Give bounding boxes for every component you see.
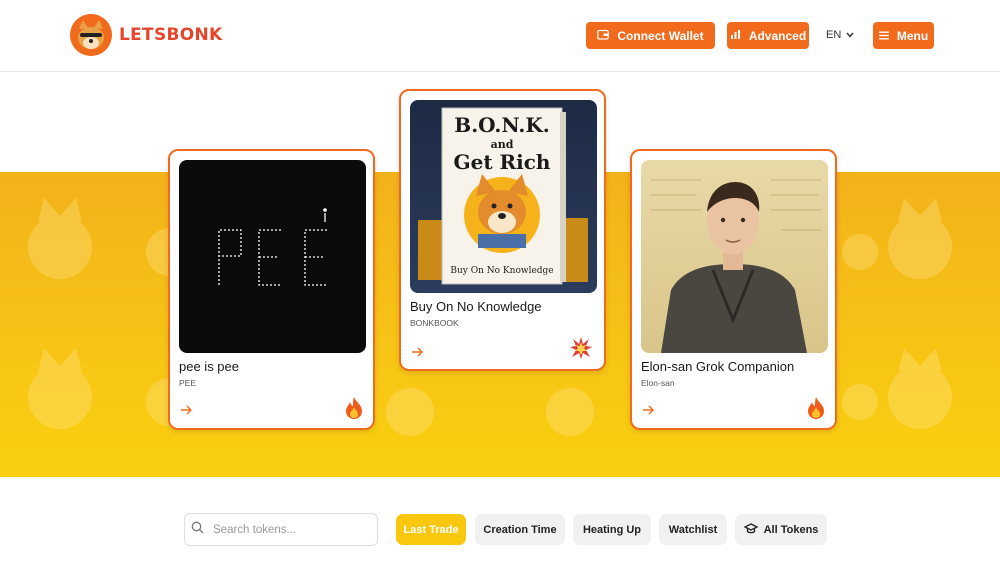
token-image-elon-san xyxy=(641,160,828,353)
explosion-icon xyxy=(569,336,593,360)
token-ticker: PEE xyxy=(179,378,197,388)
filter-label: Last Trade xyxy=(403,523,459,536)
connect-wallet-label: Connect Wallet xyxy=(617,28,704,43)
advanced-label: Advanced xyxy=(748,28,807,43)
token-card-elon-san[interactable]: Elon-san Grok Companion Elon-san xyxy=(630,149,837,430)
token-image-bonkbook: B.O.N.K. and Get Rich Buy On No Knowledg… xyxy=(410,100,597,293)
filter-last-trade[interactable]: Last Trade xyxy=(396,514,466,545)
filter-heating-up[interactable]: Heating Up xyxy=(573,514,651,545)
language-label: EN xyxy=(826,29,842,41)
filter-label: Watchlist xyxy=(668,523,718,536)
search-input[interactable] xyxy=(213,523,363,536)
filter-label: Creation Time xyxy=(483,523,557,536)
logo-dog-icon xyxy=(70,14,112,56)
menu-label: Menu xyxy=(896,28,929,43)
book-title-1: B.O.N.K. xyxy=(454,113,549,137)
pee-ascii-art xyxy=(218,208,327,286)
token-image-pee xyxy=(179,160,366,353)
logo[interactable]: LETSBONK xyxy=(70,14,223,56)
arrow-right-icon[interactable] xyxy=(642,403,655,418)
book-title-3: Get Rich xyxy=(454,150,551,174)
arrow-right-icon[interactable] xyxy=(180,403,193,418)
filter-creation-time[interactable]: Creation Time xyxy=(475,514,565,545)
chart-bars-icon xyxy=(730,29,741,43)
filter-watchlist[interactable]: Watchlist xyxy=(659,514,727,545)
graduation-cap-icon xyxy=(743,522,759,537)
token-ticker: Elon-san xyxy=(641,378,675,388)
filter-label: Heating Up xyxy=(582,523,642,536)
search-box[interactable] xyxy=(184,513,378,546)
token-name: pee is pee xyxy=(179,359,239,374)
connect-wallet-button[interactable]: Connect Wallet xyxy=(586,22,715,49)
top-navbar: LETSBONK Connect Wallet Advanced EN Menu xyxy=(0,0,1000,72)
wallet-icon xyxy=(597,29,610,43)
logo-text: LETSBONK xyxy=(119,25,223,45)
filter-all-tokens[interactable]: All Tokens xyxy=(735,514,827,545)
hamburger-icon xyxy=(878,29,889,43)
language-selector[interactable]: EN xyxy=(826,29,854,41)
arrow-right-icon[interactable] xyxy=(411,345,424,360)
filter-label: All Tokens xyxy=(763,523,819,536)
chevron-down-icon xyxy=(846,29,854,41)
advanced-button[interactable]: Advanced xyxy=(727,22,809,49)
page: LETSBONK Connect Wallet Advanced EN Menu xyxy=(0,0,1000,568)
token-name: Buy On No Knowledge xyxy=(410,299,542,314)
fire-icon xyxy=(805,396,827,420)
menu-button[interactable]: Menu xyxy=(873,22,934,49)
search-icon xyxy=(191,521,204,539)
book-subtitle: Buy On No Knowledge xyxy=(450,266,553,276)
token-card-bonkbook[interactable]: B.O.N.K. and Get Rich Buy On No Knowledg… xyxy=(399,89,606,371)
fire-icon xyxy=(343,396,365,420)
token-card-pee[interactable]: pee is pee PEE xyxy=(168,149,375,430)
token-name: Elon-san Grok Companion xyxy=(641,359,795,374)
token-ticker: BONKBOOK xyxy=(410,318,459,328)
